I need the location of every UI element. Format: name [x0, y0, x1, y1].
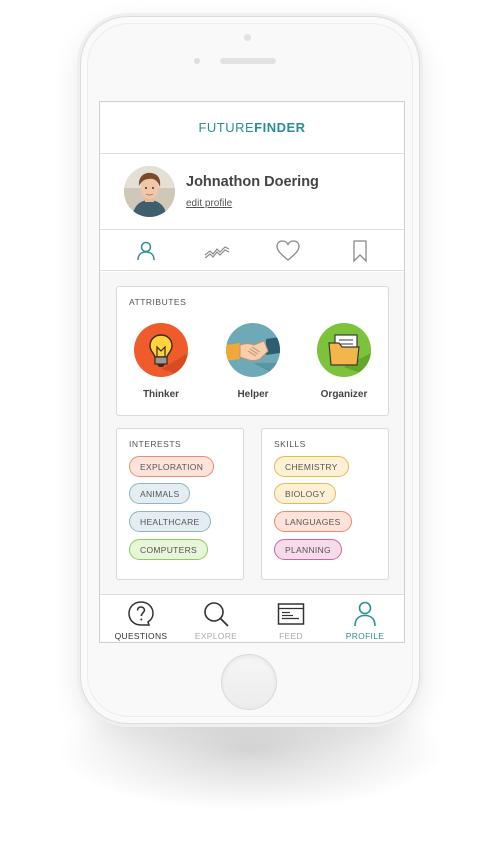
- nav-label: FEED: [279, 631, 303, 641]
- tab-activity[interactable]: [204, 239, 230, 263]
- person-icon: [354, 601, 376, 627]
- nav-label: QUESTIONS: [114, 631, 168, 641]
- skills-title: SKILLS: [274, 439, 306, 449]
- heart-icon: [276, 240, 300, 261]
- interest-tag[interactable]: COMPUTERS: [129, 539, 209, 560]
- lightbulb-icon: [134, 323, 188, 377]
- tab-profile[interactable]: [134, 239, 158, 263]
- profile-tabbar: [100, 230, 404, 271]
- logo-text-future: FUTURE: [198, 120, 255, 135]
- nav-explore[interactable]: EXPLORE: [178, 595, 254, 642]
- skill-tag[interactable]: CHEMISTRY: [274, 456, 349, 477]
- attributes-title: ATTRIBUTES: [129, 297, 187, 307]
- bottom-nav: QUESTIONS EXPLORE FEED PROFILE: [100, 594, 404, 642]
- attribute-helper[interactable]: Helper: [218, 323, 288, 400]
- handshake-icon: [226, 323, 280, 377]
- skill-tag[interactable]: BIOLOGY: [274, 483, 337, 504]
- folder-icon: [317, 323, 371, 377]
- attribute-label: Thinker: [142, 389, 180, 400]
- attribute-label: Organizer: [320, 389, 368, 400]
- nav-profile[interactable]: PROFILE: [327, 595, 403, 642]
- attribute-organizer[interactable]: Organizer: [309, 323, 379, 400]
- attribute-thinker[interactable]: Thinker: [126, 323, 196, 400]
- tab-saved[interactable]: [348, 239, 372, 263]
- trend-line-icon: [204, 246, 230, 259]
- nav-questions[interactable]: QUESTIONS: [103, 595, 179, 642]
- skills-card: SKILLS CHEMISTRY BIOLOGY LANGUAGES PLANN…: [261, 428, 389, 580]
- profile-header: Johnathon Doering edit profile: [100, 154, 404, 230]
- interest-tag[interactable]: HEALTHCARE: [129, 511, 211, 532]
- proximity-sensor: [194, 58, 200, 64]
- nav-feed[interactable]: FEED: [253, 595, 329, 642]
- interest-tag[interactable]: ANIMALS: [129, 483, 191, 504]
- front-camera: [244, 34, 251, 41]
- skill-tag[interactable]: PLANNING: [274, 539, 342, 560]
- profile-content: ATTRIBUTES Thinker Helper Organizer INTE…: [100, 272, 404, 594]
- person-icon: [137, 241, 155, 261]
- attributes-card: ATTRIBUTES Thinker Helper Organizer: [116, 286, 389, 416]
- profile-name: Johnathon Doering: [186, 174, 319, 190]
- nav-label: EXPLORE: [194, 631, 238, 641]
- newspaper-icon: [277, 603, 305, 625]
- app-header: FUTURE FINDER: [100, 102, 404, 154]
- skill-tag[interactable]: LANGUAGES: [274, 511, 352, 532]
- question-bubble-icon: [128, 601, 154, 626]
- app-screen: FUTURE FINDER Johnathon Doering edit prof…: [99, 101, 405, 643]
- tab-favorites[interactable]: [276, 239, 300, 263]
- interest-tag[interactable]: EXPLORATION: [129, 456, 215, 477]
- logo-text-finder: FINDER: [254, 120, 306, 135]
- interests-title: INTERESTS: [129, 439, 182, 449]
- bookmark-icon: [353, 240, 367, 263]
- attribute-label: Helper: [237, 389, 269, 400]
- search-icon: [204, 602, 229, 627]
- earpiece-speaker: [220, 58, 276, 64]
- nav-label: PROFILE: [345, 631, 385, 641]
- avatar[interactable]: [124, 166, 175, 217]
- edit-profile-link[interactable]: edit profile: [186, 198, 232, 209]
- interests-card: INTERESTS EXPLORATION ANIMALS HEALTHCARE…: [116, 428, 244, 580]
- home-button[interactable]: [221, 654, 277, 710]
